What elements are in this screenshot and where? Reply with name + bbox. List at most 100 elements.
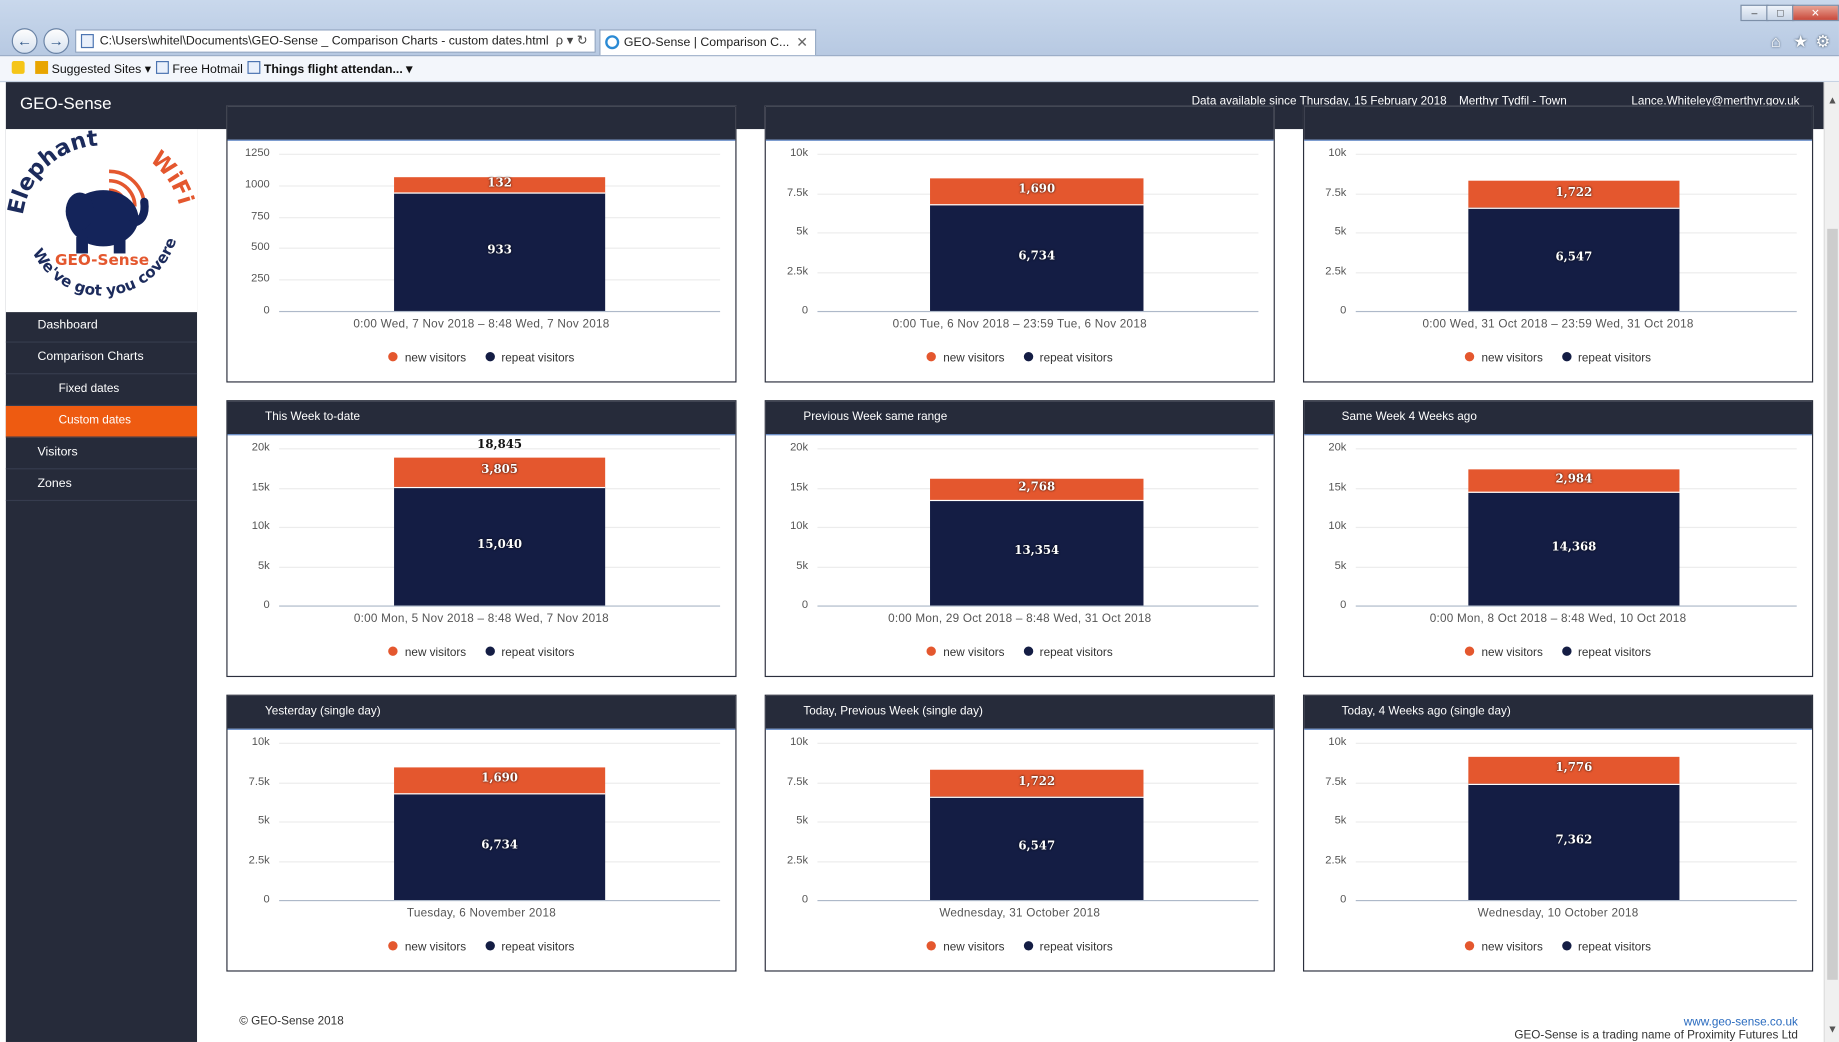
- y-axis-tick-label: 2.5k: [248, 853, 270, 867]
- legend-item-new-visitors[interactable]: new visitors: [926, 352, 1005, 365]
- stacked-bar[interactable]: 2,984 14,368: [1468, 469, 1680, 606]
- minimize-button[interactable]: –: [1740, 4, 1769, 22]
- bar-segment-new-visitors[interactable]: 1,776: [1468, 756, 1680, 785]
- legend-item-new-visitors[interactable]: new visitors: [1465, 352, 1543, 365]
- bar-segment-repeat-visitors[interactable]: 14,368: [1468, 492, 1680, 606]
- bar-segment-repeat-visitors[interactable]: 13,354: [930, 500, 1144, 606]
- y-axis-tick-label: 20k: [1328, 441, 1347, 455]
- data-label-new-visitors: 2,984: [1555, 472, 1593, 486]
- legend-item-repeat-visitors[interactable]: repeat visitors: [1561, 646, 1652, 660]
- bar-segment-new-visitors[interactable]: 1,690: [930, 178, 1144, 206]
- sidebar-item-dashboard[interactable]: Dashboard: [5, 311, 198, 343]
- close-button[interactable]: ✕: [1792, 4, 1839, 22]
- legend-item-new-visitors[interactable]: new visitors: [1465, 941, 1543, 954]
- bar-segment-repeat-visitors[interactable]: 6,547: [930, 797, 1144, 900]
- legend-item-repeat-visitors[interactable]: repeat visitors: [1023, 352, 1113, 365]
- forward-button[interactable]: →: [43, 28, 70, 54]
- legend-dot-icon: [1465, 646, 1475, 656]
- browser-tab[interactable]: GEO-Sense | Comparison C... ✕: [599, 29, 817, 56]
- legend-item-repeat-visitors[interactable]: repeat visitors: [484, 646, 574, 659]
- sidebar-item-fixed-dates[interactable]: Fixed dates: [5, 374, 198, 406]
- back-button[interactable]: ←: [11, 28, 38, 54]
- legend-item-new-visitors[interactable]: new visitors: [926, 646, 1005, 659]
- bar-segment-repeat-visitors[interactable]: 7,362: [1468, 784, 1680, 900]
- legend-item-repeat-visitors[interactable]: repeat visitors: [484, 941, 574, 954]
- footer-website-link[interactable]: www.geo-sense.co.uk: [1684, 1016, 1798, 1029]
- stacked-bar[interactable]: 3,805 15,040 18,845: [394, 439, 606, 606]
- sidebar-item-zones[interactable]: Zones: [5, 469, 198, 502]
- chart-legend: new visitors repeat visitors: [766, 941, 1274, 954]
- stacked-bar[interactable]: 1,722 6,547: [930, 769, 1144, 900]
- favorites-star-icon[interactable]: ★: [1793, 32, 1808, 52]
- bar-segment-new-visitors[interactable]: 1,722: [1468, 180, 1680, 208]
- scrollbar-thumb[interactable]: [1827, 228, 1838, 980]
- favorites-star-icon[interactable]: [11, 56, 28, 82]
- legend-label: repeat visitors: [1578, 646, 1652, 660]
- bar-segment-new-visitors[interactable]: 2,984: [1468, 469, 1680, 493]
- settings-gear-icon[interactable]: ⚙: [1815, 32, 1830, 52]
- stacked-bar[interactable]: 1,722 6,547: [1468, 180, 1680, 311]
- maximize-button[interactable]: □: [1766, 4, 1795, 22]
- legend-item-new-visitors[interactable]: new visitors: [388, 646, 466, 659]
- legend-item-new-visitors[interactable]: new visitors: [388, 941, 466, 954]
- y-axis-tick-label: 2.5k: [786, 264, 809, 278]
- y-axis-tick-label: 0: [801, 598, 809, 612]
- bar-segment-repeat-visitors[interactable]: 6,734: [930, 205, 1144, 311]
- favorite-suggested-sites[interactable]: Suggested Sites ▾: [35, 56, 151, 82]
- sidebar-item-comparison-charts[interactable]: Comparison Charts: [5, 343, 198, 375]
- legend-item-repeat-visitors[interactable]: repeat visitors: [484, 352, 574, 365]
- bar-segment-new-visitors[interactable]: 132: [394, 176, 606, 194]
- legend-dot-icon: [484, 941, 495, 951]
- scroll-up-icon[interactable]: ▲: [1825, 94, 1839, 110]
- legend-dot-icon: [1023, 352, 1033, 362]
- bar-segment-new-visitors[interactable]: 1,722: [930, 769, 1144, 798]
- legend-item-new-visitors[interactable]: new visitors: [388, 352, 466, 365]
- favorite-things-flight[interactable]: Things flight attendan... ▾: [247, 56, 412, 82]
- y-axis-tick-label: 5k: [257, 814, 270, 828]
- bar-segment-new-visitors[interactable]: 3,805: [394, 457, 606, 488]
- legend-item-repeat-visitors[interactable]: repeat visitors: [1561, 352, 1651, 365]
- sidebar-item-visitors[interactable]: Visitors: [5, 438, 198, 470]
- search-refresh-icon[interactable]: ρ ▾ ↻: [556, 31, 588, 52]
- y-axis-tick-label: 2.5k: [786, 853, 809, 867]
- bar-segment-repeat-visitors[interactable]: 6,734: [394, 794, 606, 900]
- legend-dot-icon: [1023, 941, 1033, 951]
- legend-label: new visitors: [404, 941, 467, 954]
- legend-dot-icon: [1023, 646, 1033, 656]
- legend-item-repeat-visitors[interactable]: repeat visitors: [1023, 646, 1113, 659]
- tab-close-icon[interactable]: ✕: [796, 31, 808, 54]
- bar-segment-new-visitors[interactable]: 2,768: [930, 478, 1144, 501]
- home-icon[interactable]: ⌂: [1771, 32, 1781, 51]
- y-axis-tick-label: 5k: [1334, 559, 1347, 573]
- stacked-bar[interactable]: 132 933: [394, 176, 606, 311]
- chart-legend: new visitors repeat visitors: [1304, 352, 1812, 365]
- x-axis-baseline: [1355, 310, 1797, 313]
- footer-trading-name: GEO-Sense is a trading name of Proximity…: [1514, 1029, 1798, 1042]
- header-divider: [227, 434, 736, 436]
- favorite-free-hotmail[interactable]: Free Hotmail: [155, 56, 243, 82]
- legend-item-new-visitors[interactable]: new visitors: [926, 941, 1005, 954]
- chart-panel-title: Same Week 4 Weeks ago: [1341, 410, 1477, 424]
- legend-dot-icon: [484, 646, 495, 656]
- bar-segment-repeat-visitors[interactable]: 15,040: [394, 487, 606, 606]
- stacked-bar[interactable]: 2,768 13,354: [930, 478, 1144, 606]
- bar-segment-new-visitors[interactable]: 1,690: [394, 767, 606, 795]
- legend-item-repeat-visitors[interactable]: repeat visitors: [1023, 941, 1113, 954]
- brand-title[interactable]: GEO-Sense: [20, 82, 112, 127]
- legend-label: repeat visitors: [1578, 941, 1652, 954]
- bar-segment-repeat-visitors[interactable]: 933: [394, 193, 606, 311]
- address-text: C:\Users\whitel\Documents\GEO-Sense _ Co…: [99, 34, 549, 49]
- stacked-bar[interactable]: 1,690 6,734: [930, 178, 1144, 311]
- scroll-down-icon[interactable]: ▼: [1825, 1023, 1839, 1039]
- data-label-repeat-visitors: 6,547: [1018, 840, 1056, 854]
- stacked-bar[interactable]: 1,690 6,734: [394, 767, 606, 900]
- bar-segment-repeat-visitors[interactable]: 6,547: [1468, 207, 1680, 311]
- chart-panel-header: Today, Previous Week (single day): [765, 695, 1274, 729]
- legend-item-repeat-visitors[interactable]: repeat visitors: [1561, 941, 1652, 954]
- legend-item-new-visitors[interactable]: new visitors: [1465, 646, 1543, 659]
- stacked-bar[interactable]: 1,776 7,362: [1468, 756, 1680, 900]
- address-bar[interactable]: C:\Users\whitel\Documents\GEO-Sense _ Co…: [75, 29, 596, 53]
- browser-window: ← → C:\Users\whitel\Documents\GEO-Sense …: [0, 0, 1839, 1042]
- sidebar-item-custom-dates[interactable]: Custom dates: [5, 405, 198, 438]
- page-scrollbar[interactable]: ▲ ▼: [1823, 82, 1839, 1042]
